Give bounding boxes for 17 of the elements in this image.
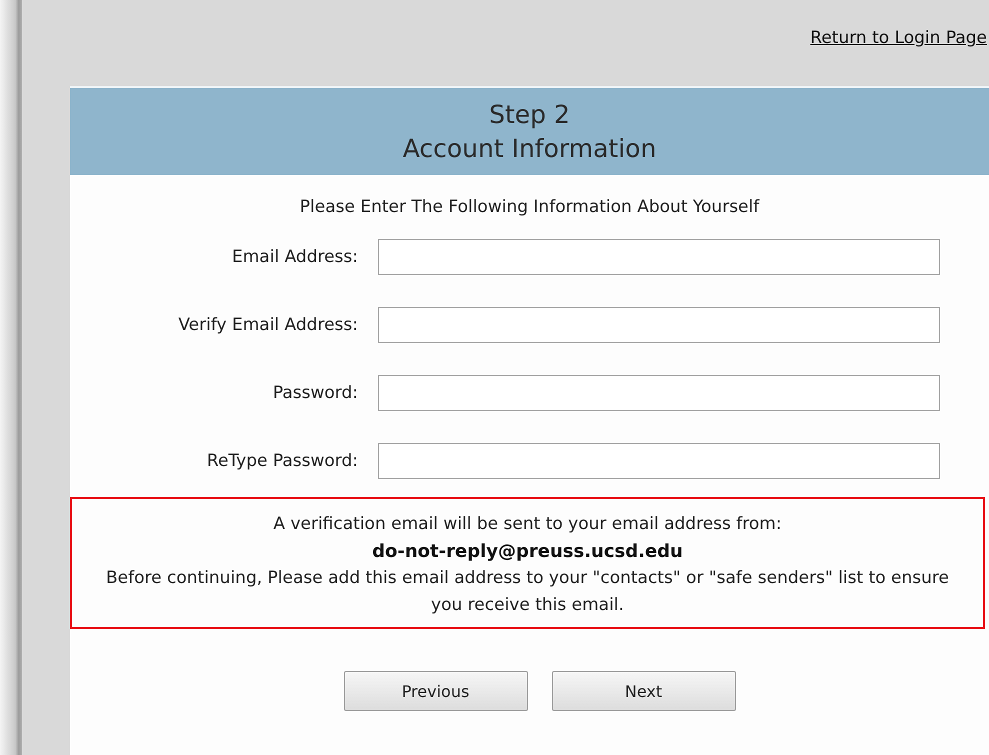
intro-text: Please Enter The Following Information About Yourself — [298, 196, 760, 219]
field-label: Verify Email Address: — [177, 315, 359, 335]
next-button[interactable]: Next — [552, 671, 736, 711]
field-label: Password: — [272, 383, 359, 403]
notice-instruction: Before continuing, Please add this email address to your "contacts" or "safe senders" list to ensure you receive this email. — [105, 567, 950, 617]
input-field[interactable] — [378, 375, 940, 411]
input-field[interactable] — [378, 443, 940, 479]
sender-email: do-not-reply@preuss.ucsd.edu — [371, 540, 684, 564]
input-field[interactable] — [378, 307, 940, 343]
input-field[interactable] — [378, 239, 940, 275]
notice-text: A verification email will be sent to your email address from: — [272, 513, 783, 536]
previous-button[interactable]: Previous — [344, 671, 528, 711]
field-label: ReType Password: — [206, 451, 359, 471]
field-label: Email Address: — [231, 247, 359, 267]
step-title: Step 2 — [489, 98, 570, 130]
section-title: Account Information — [402, 132, 656, 164]
return-link[interactable]: Return to Login Page — [810, 28, 987, 48]
